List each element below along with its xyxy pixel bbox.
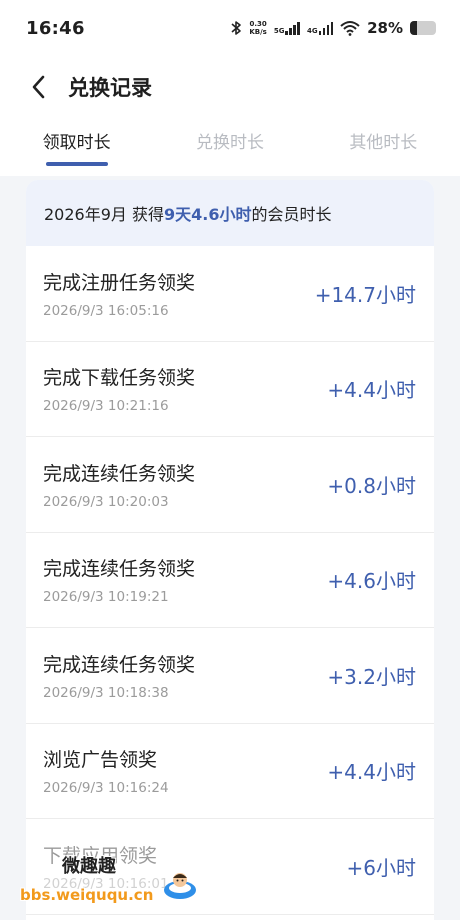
record-amount: +6小时: [346, 855, 416, 880]
record-row: 完成连续任务领奖 2026/9/3 10:19:21 +4.6小时: [26, 533, 434, 628]
tab-bar: 领取时长 兑换时长 其他时长: [0, 118, 460, 176]
chevron-left-icon: [32, 75, 45, 99]
records-card: 2026年9月 获得 9天4.6小时 的会员时长 完成注册任务领奖 2026/9…: [26, 180, 434, 920]
record-name: 完成注册任务领奖: [43, 271, 196, 294]
tab-active-indicator: [45, 162, 108, 166]
record-amount: +14.7小时: [314, 282, 416, 307]
summary-highlight: 9天4.6小时: [164, 205, 252, 224]
watermark-url: bbs.weiququ.cn: [20, 886, 154, 904]
battery-icon: [410, 21, 436, 35]
record-row: 完成连续任务领奖 2026/9/3 10:18:38 +3.2小时: [26, 628, 434, 724]
wifi-icon: [340, 21, 360, 36]
battery-text: 28%: [367, 19, 403, 37]
record-row: 完成注册任务领奖 2026/9/3 16:05:16 +14.7小时: [26, 246, 434, 342]
record-amount: +3.2小时: [327, 664, 416, 689]
record-date: 2026/9/3 10:19:21: [43, 589, 169, 606]
tab-received-time[interactable]: 领取时长: [0, 118, 153, 176]
watermark-logo-icon: [164, 873, 196, 899]
record-amount: +4.6小时: [327, 569, 416, 594]
record-date: 2026/9/3 10:20:03: [43, 493, 169, 510]
page-title: 兑换记录: [68, 76, 152, 100]
status-time: 16:46: [26, 17, 85, 39]
record-amount: +4.4小时: [327, 760, 416, 785]
record-name: 完成连续任务领奖: [43, 558, 196, 581]
record-name: 浏览广告领奖: [43, 749, 158, 772]
record-name: 完成连续任务领奖: [43, 462, 196, 485]
bluetooth-icon: [231, 21, 242, 35]
tab-label: 其他时长: [349, 133, 418, 153]
record-row: 浏览广告领奖 2026/9/3 10:16:24 +4.4小时: [26, 724, 434, 819]
tab-other-time[interactable]: 其他时长: [307, 118, 460, 176]
tab-label: 兑换时长: [195, 133, 264, 153]
net-speed: 0.30 KB/s: [249, 20, 267, 36]
record-row: 完成连续任务领奖 2026/9/3 10:20:03 +0.8小时: [26, 437, 434, 533]
status-bar: 16:46 0.30 KB/s 5G 4G 28%: [0, 0, 460, 56]
signal-5g: 5G: [274, 21, 300, 35]
record-date: 2026/9/3 10:21:16: [43, 398, 169, 415]
app-header: 兑换记录: [0, 56, 460, 118]
signal-bars-icon: [318, 21, 334, 35]
record-row: 完成下载任务领奖 2026/9/3 10:21:16 +4.4小时: [26, 342, 434, 437]
record-name: 完成下载任务领奖: [43, 367, 196, 390]
watermark: 微趣趣 bbs.weiququ.cn: [20, 852, 198, 904]
watermark-title: 微趣趣: [62, 856, 116, 877]
tab-exchanged-time[interactable]: 兑换时长: [153, 118, 306, 176]
back-button[interactable]: [26, 75, 50, 99]
record-date: 2026/9/3 10:18:38: [43, 684, 169, 701]
status-icons: 0.30 KB/s 5G 4G 28%: [230, 19, 436, 37]
record-amount: +4.4小时: [327, 378, 416, 403]
record-date: 2026/9/3 10:16:24: [43, 780, 169, 797]
signal-4g: 4G: [307, 21, 334, 35]
record-name: 完成连续任务领奖: [43, 653, 196, 676]
tab-label: 领取时长: [42, 133, 111, 153]
record-amount: +0.8小时: [327, 473, 416, 498]
signal-bars-icon: [285, 21, 300, 35]
record-date: 2026/9/3 16:05:16: [43, 302, 169, 319]
monthly-summary: 2026年9月 获得 9天4.6小时 的会员时长: [26, 180, 434, 246]
